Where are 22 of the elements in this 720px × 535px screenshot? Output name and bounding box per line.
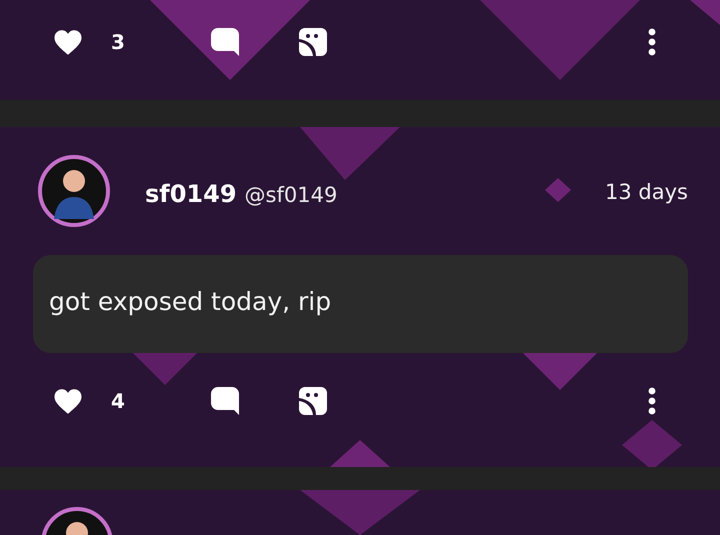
avatar-icon[interactable]	[36, 153, 112, 229]
diamond-shape	[690, 0, 720, 25]
comment-button[interactable]	[209, 26, 241, 58]
comment-icon	[210, 27, 240, 57]
comment-icon	[210, 386, 240, 416]
heart-icon	[53, 28, 83, 56]
sticker-icon	[298, 386, 328, 416]
heart-icon	[53, 388, 83, 414]
sticker-button[interactable]	[297, 385, 329, 417]
more-options-icon	[648, 28, 656, 56]
diamond-shape	[622, 420, 682, 470]
sticker-icon	[298, 27, 328, 57]
author-name[interactable]: sf0149	[145, 180, 237, 208]
post-text: got exposed today, rip	[49, 286, 332, 316]
sticker-button[interactable]	[297, 26, 329, 58]
more-options-icon	[648, 387, 656, 415]
like-count: 3	[111, 30, 126, 54]
diamond-shape	[545, 178, 571, 202]
like-count: 4	[111, 389, 126, 413]
author-handle: @sf0149	[244, 183, 338, 207]
comment-button[interactable]	[209, 385, 241, 417]
post-time: 13 days	[605, 180, 688, 204]
